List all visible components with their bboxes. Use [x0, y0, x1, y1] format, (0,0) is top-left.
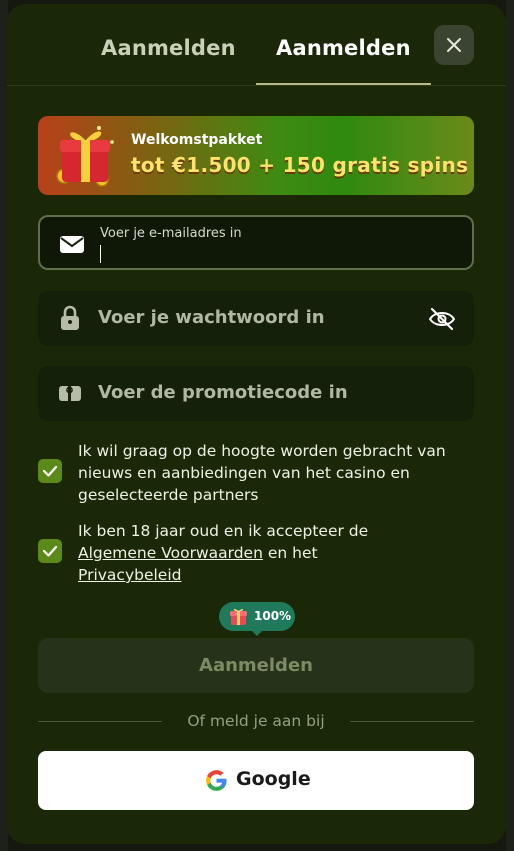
newsletter-checkbox[interactable]	[38, 459, 62, 483]
text-caret	[100, 245, 101, 263]
newsletter-consent: Ik wil graag op de hoogte worden gebrach…	[38, 440, 474, 506]
gift-icon	[230, 608, 247, 625]
tabs-divider	[7, 85, 506, 86]
auth-tabs: Aanmelden Aanmelden	[7, 4, 506, 86]
terms-checkbox[interactable]	[38, 539, 62, 563]
progress-badge-tail	[250, 629, 264, 636]
privacy-link[interactable]: Privacybeleid	[78, 566, 181, 584]
close-icon	[447, 38, 461, 52]
password-field[interactable]: Voer je wachtwoord in	[38, 291, 474, 346]
tab-register[interactable]: Aanmelden	[276, 36, 411, 60]
eye-off-icon[interactable]	[427, 305, 457, 333]
terms-text-middle: en het	[267, 544, 318, 562]
close-button[interactable]	[434, 25, 474, 65]
password-placeholder: Voer je wachtwoord in	[98, 307, 325, 328]
or-divider: Of meld je aan bij	[38, 712, 474, 732]
gift-icon	[56, 126, 114, 187]
promo-code-field[interactable]: Voer de promotiecode in	[38, 366, 474, 421]
lock-icon	[61, 305, 79, 330]
email-field-label: Voer je e-mailadres in	[100, 226, 242, 241]
google-icon	[206, 770, 227, 791]
terms-link[interactable]: Algemene Voorwaarden	[78, 544, 263, 562]
terms-text-before: Ik ben 18 jaar oud en ik accepteer de	[78, 522, 369, 540]
mail-icon	[60, 236, 84, 253]
promo-placeholder: Voer de promotiecode in	[98, 382, 348, 403]
ticket-icon	[59, 386, 81, 401]
newsletter-consent-text: Ik wil graag op de hoogte worden gebrach…	[78, 442, 446, 504]
progress-badge: 100%	[219, 602, 295, 636]
google-label: Google	[236, 768, 311, 790]
divider-line-right	[350, 721, 474, 722]
terms-consent: Ik ben 18 jaar oud en ik accepteer de Al…	[38, 520, 474, 586]
progress-value: 100%	[254, 609, 292, 623]
banner-title: Welkomstpakket	[131, 132, 263, 148]
tab-signin[interactable]: Aanmelden	[101, 36, 236, 60]
email-field[interactable]: Voer je e-mailadres in	[38, 215, 474, 270]
register-submit-button[interactable]: Aanmelden	[38, 638, 474, 693]
welcome-bonus-banner[interactable]: Welkomstpakket tot €1.500 + 150 gratis s…	[38, 116, 474, 195]
check-icon	[42, 545, 58, 557]
google-signin-button[interactable]: Google	[38, 751, 474, 810]
terms-consent-text: Ik ben 18 jaar oud en ik accepteer de Al…	[78, 520, 474, 586]
check-icon	[42, 465, 58, 477]
banner-offer: tot €1.500 + 150 gratis spins	[131, 153, 469, 177]
background-overlay-right	[506, 0, 514, 851]
register-modal: Aanmelden Aanmelden Welkomstpakket tot €…	[7, 4, 506, 844]
